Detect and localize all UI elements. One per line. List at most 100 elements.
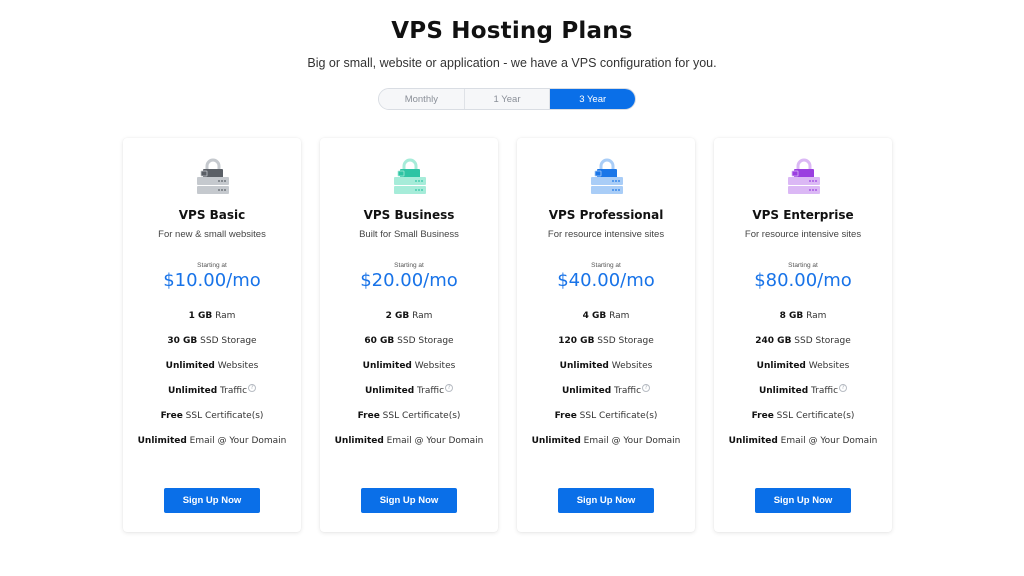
feature-item: 8 GB Ram xyxy=(714,308,892,333)
page-subtitle: Big or small, website or application - w… xyxy=(307,56,717,70)
feature-item: Unlimited Websites xyxy=(714,358,892,383)
feature-highlight: Free xyxy=(554,411,577,421)
feature-item: Unlimited Email @ Your Domain xyxy=(714,433,892,465)
feature-item: Unlimited Traffic? xyxy=(714,383,892,408)
server-lock-icon xyxy=(788,158,820,194)
feature-text: Email @ Your Domain xyxy=(580,436,681,446)
feature-item: Free SSL Certificate(s) xyxy=(517,408,695,433)
feature-highlight: Unlimited xyxy=(559,361,609,371)
feature-item: Unlimited Email @ Your Domain xyxy=(123,433,301,465)
feature-text: Ram xyxy=(606,311,630,321)
plan-price: $10.00/mo xyxy=(163,270,261,291)
plan-name: VPS Professional xyxy=(548,208,664,222)
help-icon[interactable]: ? xyxy=(642,384,651,392)
feature-text: Websites xyxy=(411,361,456,371)
feature-item: Unlimited Websites xyxy=(517,358,695,383)
feature-highlight: Unlimited xyxy=(531,436,581,446)
feature-highlight: 4 GB xyxy=(582,311,607,321)
feature-highlight: Unlimited xyxy=(167,386,218,396)
feature-list: 4 GB Ram 120 GB SSD Storage Unlimited Webs… xyxy=(517,308,695,465)
feature-text: Ram xyxy=(803,311,827,321)
feature-highlight: 30 GB xyxy=(167,336,198,346)
billing-option-monthly[interactable]: Monthly xyxy=(379,89,465,109)
feature-item: Unlimited Email @ Your Domain xyxy=(517,433,695,465)
feature-item: Free SSL Certificate(s) xyxy=(320,408,498,433)
plan-description: For resource intensive sites xyxy=(744,229,862,240)
feature-text: Traffic xyxy=(611,386,642,396)
feature-highlight: Free xyxy=(357,411,380,421)
feature-highlight: Unlimited xyxy=(364,386,415,396)
plan-card-vps-enterprise: VPS Enterprise For resource intensive si… xyxy=(714,138,892,532)
feature-highlight: 8 GB xyxy=(779,311,804,321)
feature-text: Websites xyxy=(214,361,259,371)
feature-item: Unlimited Traffic? xyxy=(123,383,301,408)
feature-highlight: 240 GB xyxy=(755,336,792,346)
starting-at-label: Starting at xyxy=(394,262,424,269)
help-icon[interactable]: ? xyxy=(248,384,257,392)
feature-item: 60 GB SSD Storage xyxy=(320,333,498,358)
sign-up-button[interactable]: Sign Up Now xyxy=(361,488,457,513)
feature-item: 1 GB Ram xyxy=(123,308,301,333)
feature-text: Traffic xyxy=(808,386,839,396)
feature-item: 2 GB Ram xyxy=(320,308,498,333)
feature-highlight: Unlimited xyxy=(561,386,612,396)
feature-text: Email @ Your Domain xyxy=(186,436,287,446)
feature-highlight: Unlimited xyxy=(137,436,187,446)
plan-price: $40.00/mo xyxy=(557,270,655,291)
sign-up-button[interactable]: Sign Up Now xyxy=(558,488,654,513)
feature-item: 120 GB SSD Storage xyxy=(517,333,695,358)
starting-at-label: Starting at xyxy=(197,262,227,269)
feature-text: SSD Storage xyxy=(791,336,851,346)
feature-item: 30 GB SSD Storage xyxy=(123,333,301,358)
feature-highlight: Unlimited xyxy=(165,361,215,371)
feature-item: Unlimited Websites xyxy=(320,358,498,383)
billing-option-3-year[interactable]: 3 Year xyxy=(550,89,635,109)
starting-at-label: Starting at xyxy=(788,262,818,269)
help-icon[interactable]: ? xyxy=(839,384,848,392)
server-lock-icon xyxy=(394,158,426,194)
feature-highlight: 2 GB xyxy=(385,311,410,321)
help-icon[interactable]: ? xyxy=(445,384,454,392)
feature-text: Email @ Your Domain xyxy=(383,436,484,446)
feature-highlight: 60 GB xyxy=(364,336,395,346)
feature-highlight: Free xyxy=(160,411,183,421)
sign-up-button[interactable]: Sign Up Now xyxy=(164,488,260,513)
feature-list: 1 GB Ram 30 GB SSD Storage Unlimited Websi… xyxy=(123,308,301,465)
feature-item: Unlimited Traffic? xyxy=(517,383,695,408)
feature-text: SSD Storage xyxy=(394,336,454,346)
plan-name: VPS Basic xyxy=(178,208,246,222)
feature-highlight: Unlimited xyxy=(756,361,806,371)
feature-list: 2 GB Ram 60 GB SSD Storage Unlimited Websi… xyxy=(320,308,498,465)
feature-text: Websites xyxy=(805,361,850,371)
starting-at-label: Starting at xyxy=(591,262,621,269)
plan-description: For new & small websites xyxy=(158,229,266,240)
feature-text: SSL Certificate(s) xyxy=(182,411,264,421)
plan-name: VPS Business xyxy=(363,208,455,222)
feature-highlight: Unlimited xyxy=(758,386,809,396)
plan-name: VPS Enterprise xyxy=(752,208,854,222)
feature-highlight: Free xyxy=(751,411,774,421)
plan-card-vps-business: VPS Business Built for Small Business St… xyxy=(320,138,498,532)
feature-highlight: Unlimited xyxy=(334,436,384,446)
plan-description: Built for Small Business xyxy=(359,229,459,240)
plan-price: $80.00/mo xyxy=(754,270,852,291)
server-lock-icon xyxy=(591,158,623,194)
sign-up-button[interactable]: Sign Up Now xyxy=(755,488,851,513)
feature-text: Ram xyxy=(409,311,433,321)
feature-item: Unlimited Traffic? xyxy=(320,383,498,408)
billing-option-1-year[interactable]: 1 Year xyxy=(464,89,551,109)
feature-highlight: 1 GB xyxy=(188,311,213,321)
feature-item: Free SSL Certificate(s) xyxy=(123,408,301,433)
feature-text: Traffic xyxy=(414,386,445,396)
feature-item: 4 GB Ram xyxy=(517,308,695,333)
feature-text: SSL Certificate(s) xyxy=(773,411,855,421)
plan-price: $20.00/mo xyxy=(360,270,458,291)
feature-text: SSL Certificate(s) xyxy=(576,411,658,421)
plan-cards: VPS Basic For new & small websites Start… xyxy=(123,138,893,532)
plan-card-vps-basic: VPS Basic For new & small websites Start… xyxy=(123,138,301,532)
page-title: VPS Hosting Plans xyxy=(391,18,633,44)
feature-text: SSD Storage xyxy=(594,336,654,346)
feature-text: Traffic xyxy=(217,386,248,396)
feature-text: SSD Storage xyxy=(197,336,257,346)
feature-text: SSL Certificate(s) xyxy=(379,411,461,421)
